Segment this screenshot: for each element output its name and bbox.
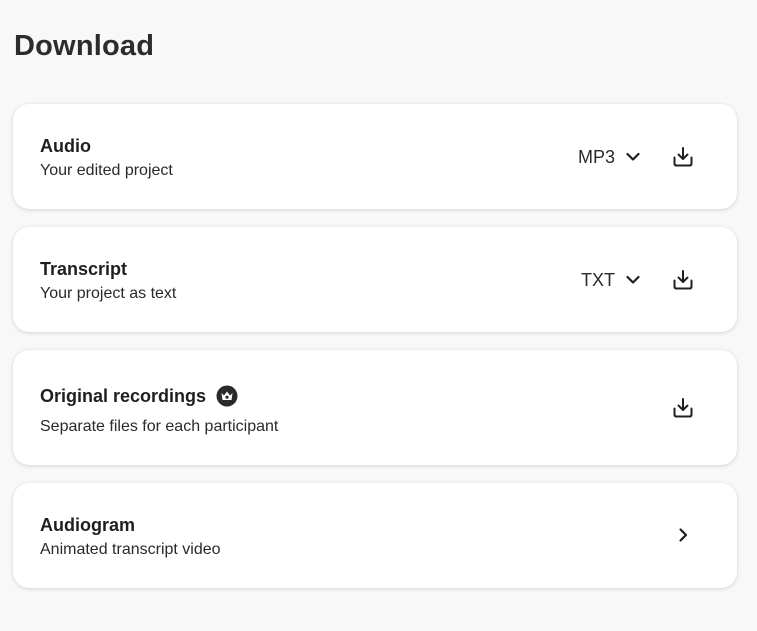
audio-download-button[interactable]	[669, 143, 697, 171]
transcript-download-button[interactable]	[669, 266, 697, 294]
page-title: Download	[14, 30, 155, 62]
transcript-card: Transcript Your project as text TXT	[13, 227, 737, 332]
original-recordings-card-subtitle: Separate files for each participant	[40, 418, 279, 435]
download-icon	[671, 268, 695, 292]
download-icon	[671, 396, 695, 420]
audio-card-subtitle: Your edited project	[40, 162, 173, 179]
audiogram-card-subtitle: Animated transcript video	[40, 541, 221, 558]
chevron-down-icon	[625, 272, 641, 288]
transcript-card-subtitle: Your project as text	[40, 285, 177, 302]
original-recordings-download-button[interactable]	[669, 394, 697, 422]
original-recordings-card: Original recordings Separate files for e…	[13, 350, 737, 465]
audiogram-card-title: Audiogram	[40, 515, 136, 535]
transcript-format-select[interactable]: TXT	[581, 269, 641, 291]
transcript-format-value: TXT	[581, 270, 615, 290]
original-recordings-title-label: Original recordings	[40, 386, 207, 406]
premium-crown-icon	[216, 385, 238, 407]
audiogram-card[interactable]: Audiogram Animated transcript video	[13, 483, 737, 588]
chevron-right-icon	[675, 527, 691, 543]
audio-card: Audio Your edited project MP3	[13, 104, 737, 209]
transcript-card-title: Transcript	[40, 259, 128, 279]
audio-card-title: Audio	[40, 136, 91, 156]
original-recordings-card-title: Original recordings	[40, 385, 238, 407]
audiogram-open-button[interactable]	[669, 521, 697, 549]
audio-format-select[interactable]: MP3	[578, 146, 641, 168]
download-icon	[671, 145, 695, 169]
chevron-down-icon	[625, 149, 641, 165]
audio-format-value: MP3	[577, 147, 615, 167]
